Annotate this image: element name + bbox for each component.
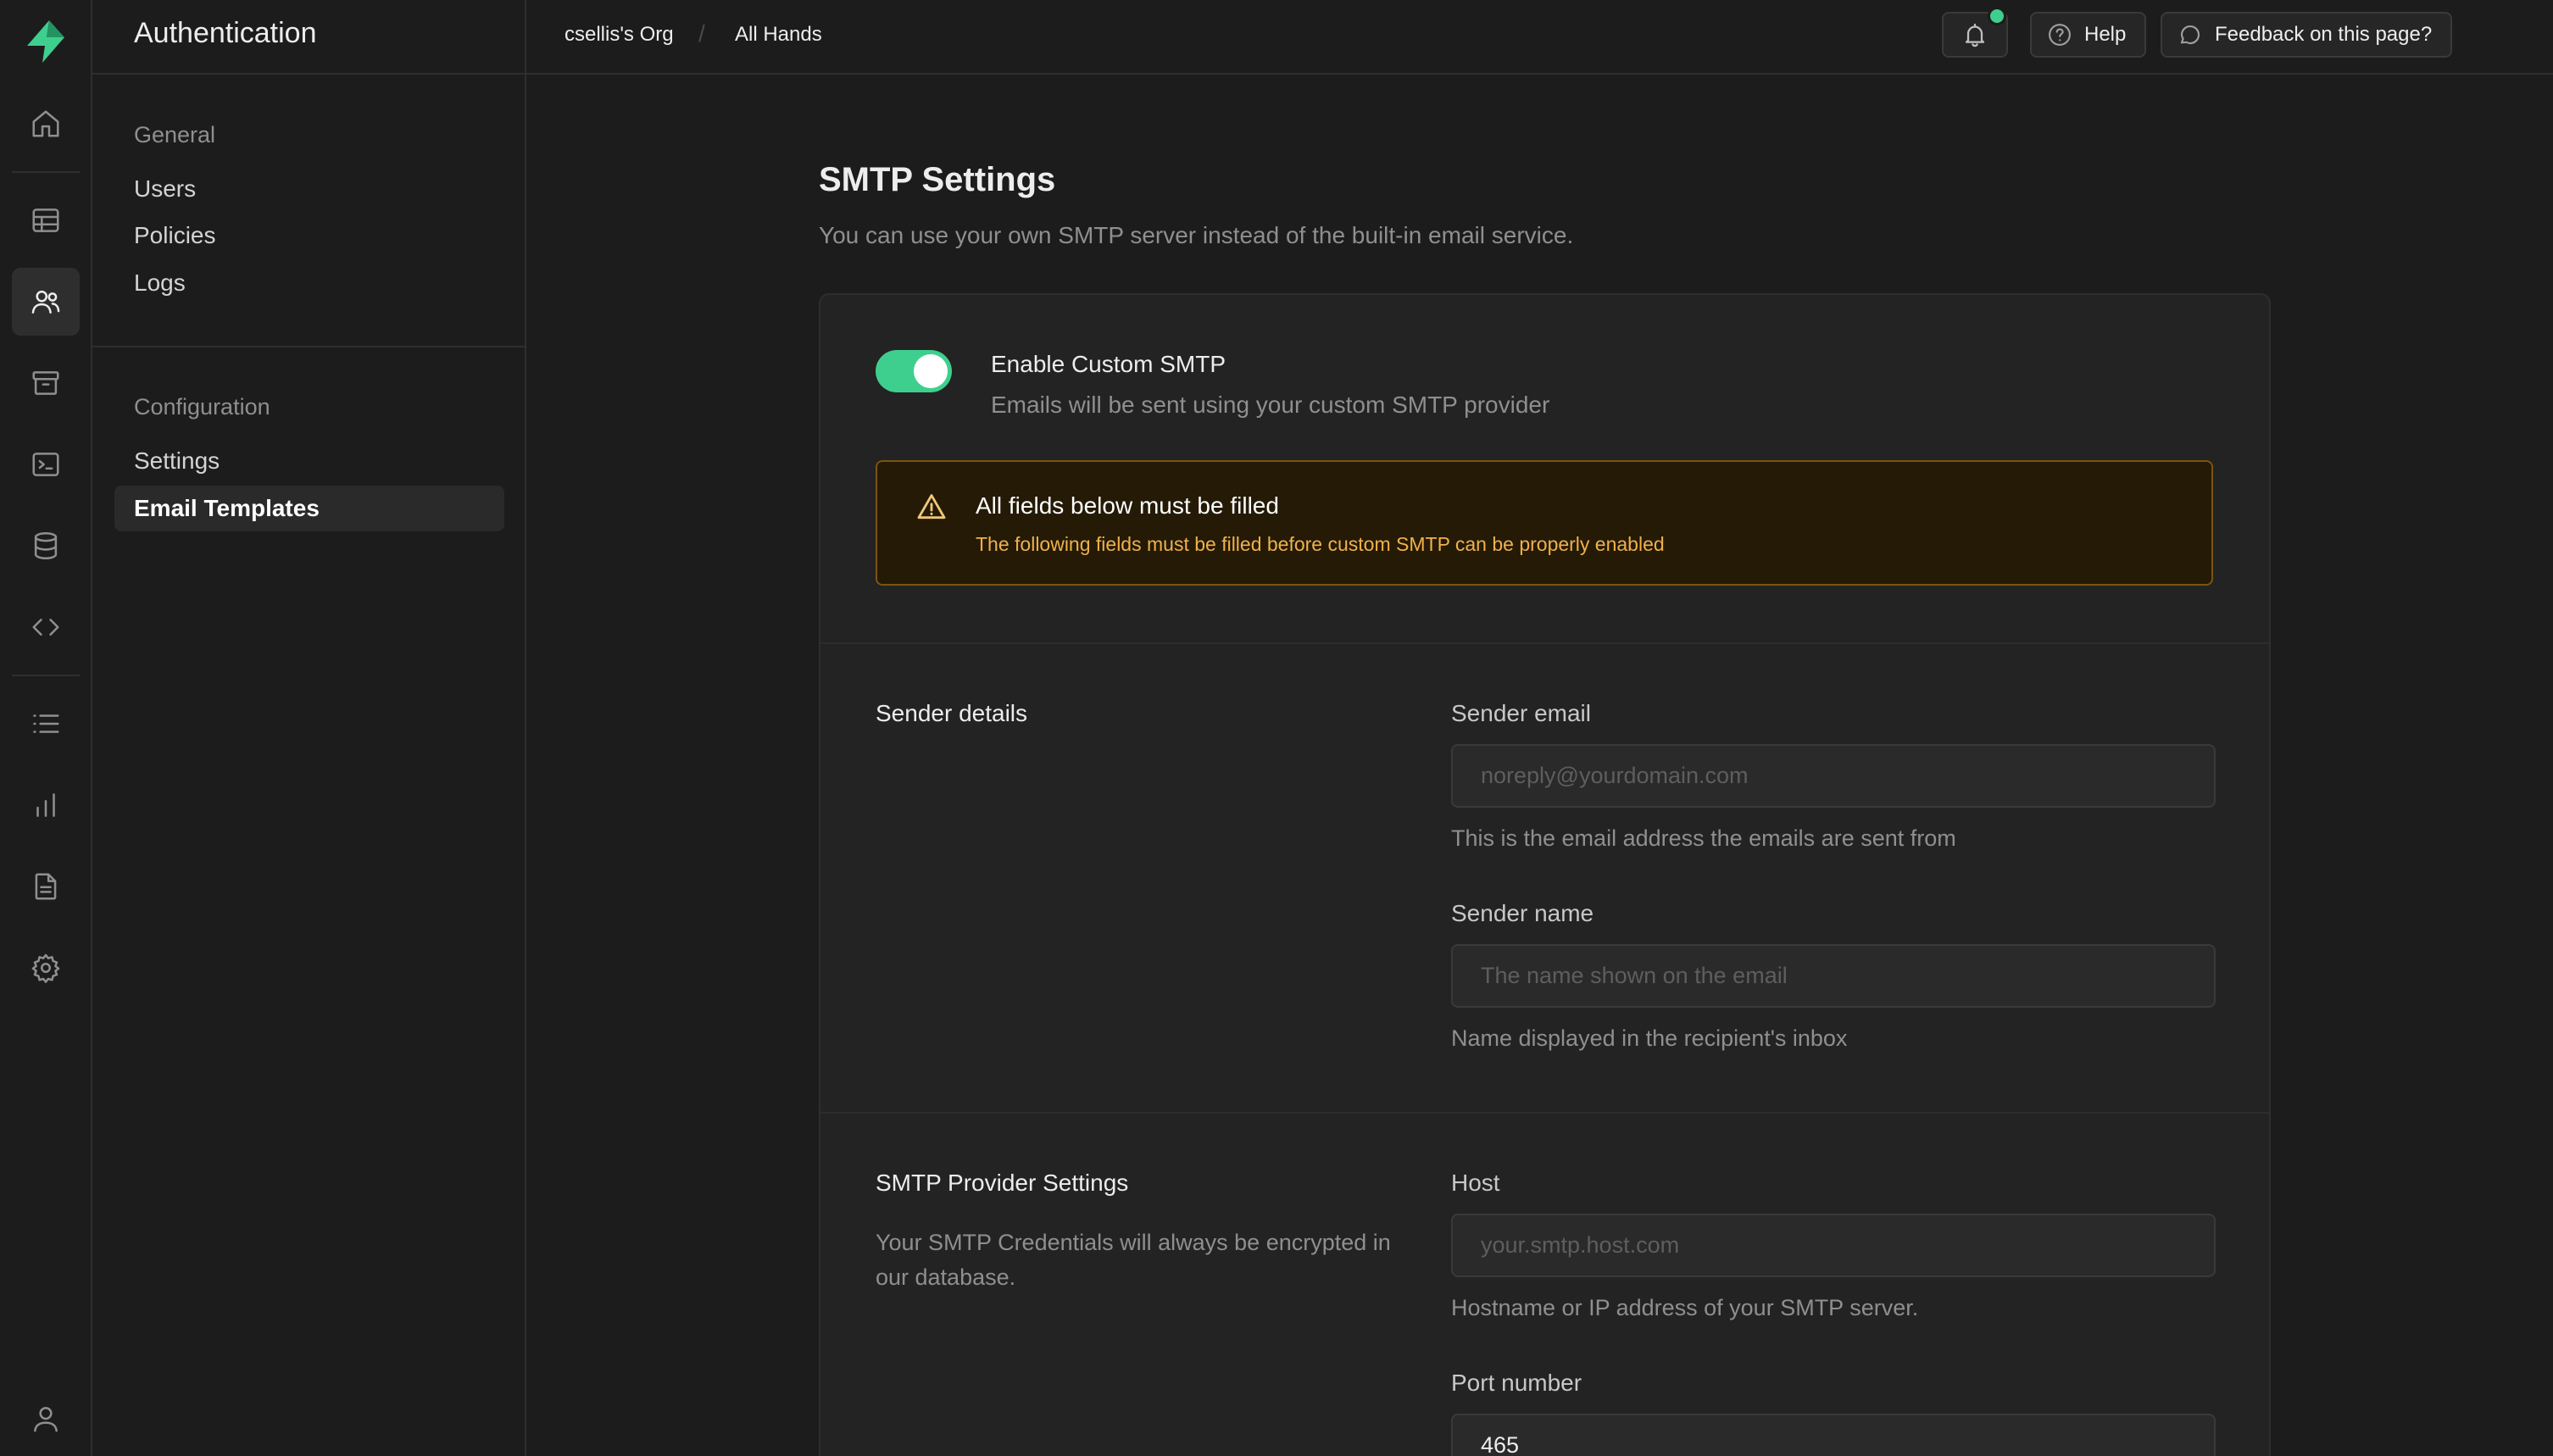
reports-chart-icon[interactable]	[12, 771, 80, 839]
icon-rail	[0, 0, 92, 1456]
auth-sidebar: Authentication General Users Policies Lo…	[92, 0, 526, 1456]
docs-icon[interactable]	[12, 853, 80, 920]
logs-list-icon[interactable]	[12, 690, 80, 758]
alert-description: The following fields must be filled befo…	[976, 533, 1665, 555]
panel-divider	[820, 642, 2269, 644]
sender-email-label: Sender email	[1451, 700, 1591, 726]
message-bubble-icon	[2180, 25, 2200, 45]
sender-email-input[interactable]	[1451, 744, 2216, 808]
sidebar-divider	[92, 346, 525, 347]
alert-title: All fields below must be filled	[976, 492, 1279, 519]
sender-details-title: Sender details	[876, 700, 1028, 726]
enable-custom-smtp-description: Emails will be sent using your custom SM…	[991, 392, 1550, 418]
sender-name-label: Sender name	[1451, 900, 1594, 926]
sidebar-title: Authentication	[134, 17, 317, 49]
rail-divider	[12, 675, 80, 676]
help-circle-icon	[2049, 24, 2071, 46]
help-button[interactable]: Help	[2030, 12, 2147, 58]
required-fields-alert: All fields below must be filled The foll…	[876, 460, 2213, 586]
sidebar-item-settings[interactable]: Settings	[114, 438, 504, 484]
help-label: Help	[2084, 23, 2127, 46]
settings-gear-icon[interactable]	[12, 934, 80, 1002]
smtp-provider-settings-title: SMTP Provider Settings	[876, 1170, 1129, 1196]
enable-custom-smtp-toggle[interactable]	[876, 350, 952, 392]
sidebar-item-email-templates[interactable]: Email Templates	[114, 486, 504, 531]
breadcrumb-project[interactable]: All Hands	[735, 23, 822, 47]
toggle-knob	[914, 354, 948, 388]
host-label: Host	[1451, 1170, 1500, 1196]
users-icon[interactable]	[12, 268, 80, 336]
feedback-label: Feedback on this page?	[2215, 23, 2433, 46]
sidebar-header: Authentication	[92, 0, 525, 75]
page-title: SMTP Settings	[819, 161, 1056, 198]
rail-divider	[12, 171, 80, 173]
sender-name-input[interactable]	[1451, 944, 2216, 1008]
home-icon[interactable]	[12, 90, 80, 158]
host-help: Hostname or IP address of your SMTP serv…	[1451, 1295, 1919, 1320]
breadcrumb-org[interactable]: csellis's Org	[565, 23, 674, 47]
host-input[interactable]	[1451, 1214, 2216, 1277]
port-number-label: Port number	[1451, 1370, 1582, 1396]
account-user-icon[interactable]	[12, 1385, 80, 1453]
sidebar-group-general: General	[134, 122, 216, 147]
smtp-provider-settings-description: Your SMTP Credentials will always be enc…	[876, 1230, 1391, 1290]
top-bar: csellis's Org / All Hands Help Feedback …	[526, 0, 2553, 75]
table-editor-icon[interactable]	[12, 186, 80, 254]
supabase-logo-icon[interactable]	[24, 19, 68, 64]
enable-custom-smtp-label: Enable Custom SMTP	[991, 351, 1226, 377]
port-number-input[interactable]	[1451, 1414, 2216, 1456]
sender-email-help: This is the email address the emails are…	[1451, 825, 1956, 851]
feedback-button[interactable]: Feedback on this page?	[2161, 12, 2453, 58]
sidebar-item-policies[interactable]: Policies	[114, 213, 504, 258]
api-code-icon[interactable]	[12, 593, 80, 661]
page-subtitle: You can use your own SMTP server instead…	[819, 222, 1574, 248]
breadcrumb-separator: /	[698, 20, 705, 47]
panel-divider	[820, 1112, 2269, 1114]
sender-name-help: Name displayed in the recipient's inbox	[1451, 1025, 1848, 1051]
sidebar-item-logs[interactable]: Logs	[114, 260, 504, 306]
bell-icon	[1965, 23, 1985, 47]
smtp-settings-panel: Enable Custom SMTP Emails will be sent u…	[819, 293, 2271, 1456]
notification-status-dot	[1988, 7, 2006, 25]
warning-triangle-icon	[917, 494, 946, 520]
sidebar-item-users[interactable]: Users	[114, 166, 504, 212]
sidebar-group-configuration: Configuration	[134, 394, 270, 420]
storage-icon[interactable]	[12, 349, 80, 417]
database-icon[interactable]	[12, 512, 80, 580]
sql-editor-icon[interactable]	[12, 431, 80, 498]
